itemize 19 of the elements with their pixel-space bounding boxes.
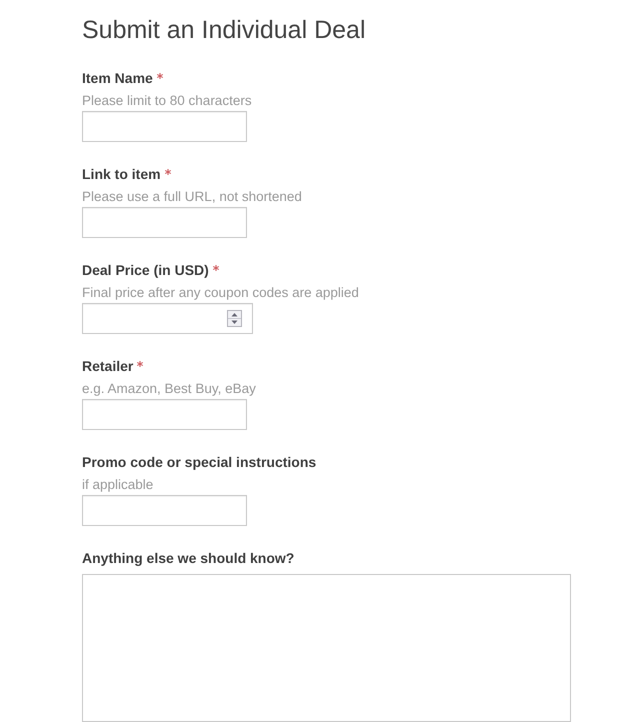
field-hint: Please use a full URL, not shortened [82,188,302,206]
field-label: Item Name [82,69,153,88]
number-field[interactable] [82,303,253,334]
page-title: Submit an Individual Deal [82,15,366,45]
input-field[interactable] [82,111,247,142]
field-label: Link to item [82,165,161,184]
text-area[interactable] [82,574,571,722]
field-label: Anything else we should know? [82,549,294,568]
spinner-icon[interactable] [227,310,242,327]
field-label: Promo code or special instructions [82,453,316,472]
input-field[interactable] [82,399,247,430]
field-hint: if applicable [82,476,154,494]
field-hint: Please limit to 80 characters [82,92,252,110]
input-field[interactable] [82,207,247,238]
input-field[interactable] [82,495,247,526]
field-hint: e.g. Amazon, Best Buy, eBay [82,380,256,398]
field-label: Deal Price (in USD) [82,261,209,280]
field-label: Retailer [82,357,134,376]
field-hint: Final price after any coupon codes are applied [82,284,359,302]
